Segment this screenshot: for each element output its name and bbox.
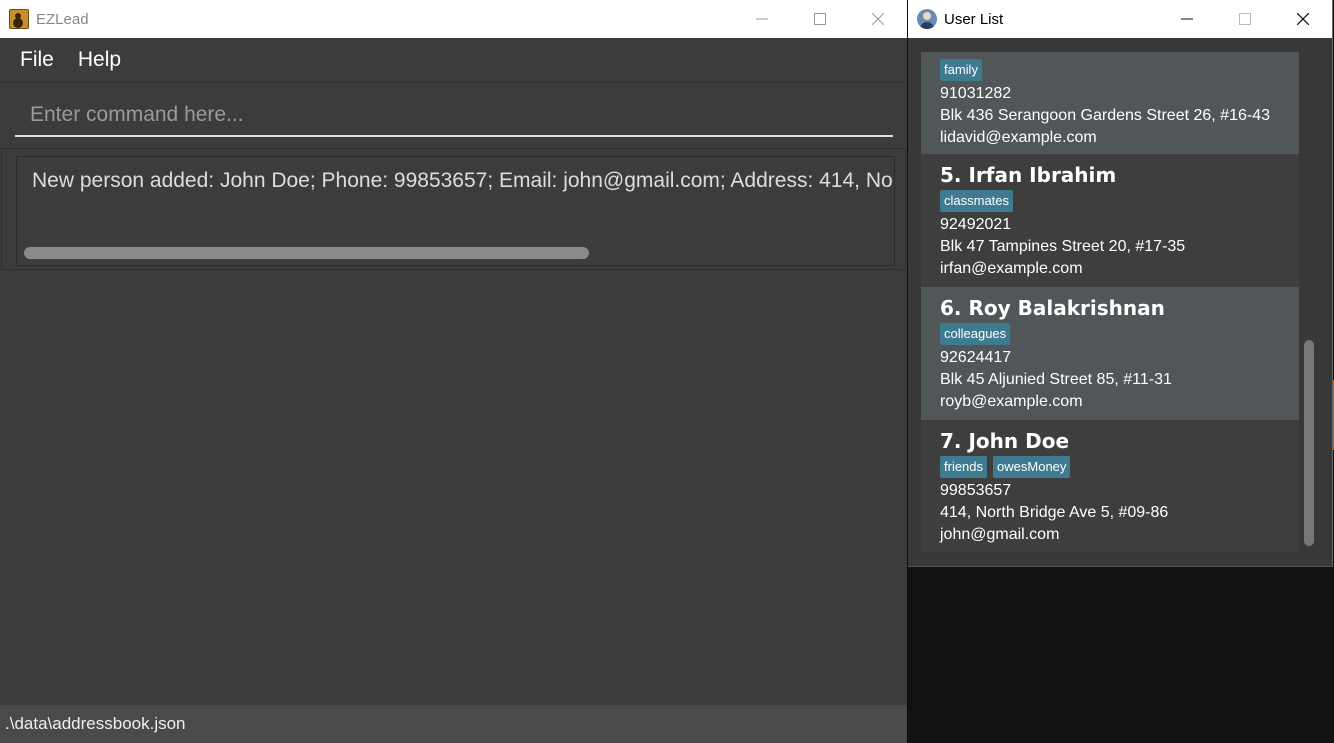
- person-phone: 91031282: [940, 85, 1012, 102]
- person-phone: 92492021: [940, 216, 1012, 233]
- main-window: EZLead File Help New person added: John …: [0, 0, 907, 743]
- person-email: john@gmail.com: [940, 526, 1060, 543]
- person-address: Blk 436 Serangoon Gardens Street 26, #16…: [940, 107, 1270, 124]
- person-card[interactable]: family 91031282 Blk 436 Serangoon Garden…: [921, 52, 1299, 154]
- status-bar: .\data\addressbook.json: [0, 705, 907, 743]
- user-list-close-button[interactable]: [1274, 0, 1332, 38]
- person-card[interactable]: 7. John Doe friends owesMoney 99853657 4…: [921, 420, 1299, 552]
- person-name: 7. John Doe: [940, 429, 1070, 453]
- person-list[interactable]: family 91031282 Blk 436 Serangoon Garden…: [921, 52, 1299, 552]
- command-input[interactable]: [15, 95, 893, 137]
- close-icon: [1297, 13, 1309, 25]
- result-display[interactable]: New person added: John Doe; Phone: 99853…: [16, 156, 895, 266]
- person-address: Blk 47 Tampines Street 20, #17-35: [940, 238, 1186, 255]
- tag: classmates: [940, 190, 1014, 212]
- user-avatar-icon: [917, 9, 937, 29]
- command-box: [0, 82, 905, 149]
- close-icon: [872, 13, 884, 25]
- person-email: lidavid@example.com: [940, 129, 1097, 146]
- person-name: 6. Roy Balakrishnan: [940, 296, 1165, 320]
- desktop-background: [908, 566, 1334, 743]
- person-address: Blk 45 Aljunied Street 85, #11-31: [940, 371, 1172, 388]
- person-address: 414, North Bridge Ave 5, #09-86: [940, 504, 1169, 521]
- tag: colleagues: [940, 323, 1011, 345]
- person-phone: 92624417: [940, 349, 1012, 366]
- result-horizontal-scrollbar[interactable]: [24, 247, 589, 259]
- user-list-title: User List: [944, 10, 1004, 28]
- tag: family: [940, 59, 982, 81]
- person-card[interactable]: 5. Irfan Ibrahim classmates 92492021 Blk…: [921, 154, 1299, 287]
- window-title: EZLead: [36, 10, 89, 28]
- user-list-minimize-button[interactable]: [1158, 0, 1216, 38]
- app-contact-icon: [9, 9, 29, 29]
- user-list-maximize-button[interactable]: [1216, 0, 1274, 38]
- person-email: royb@example.com: [940, 393, 1083, 410]
- close-button[interactable]: [849, 0, 907, 38]
- person-list-scrollbar[interactable]: [1304, 340, 1314, 546]
- person-email: irfan@example.com: [940, 260, 1083, 277]
- tag-list: family: [940, 58, 1299, 82]
- tag: friends: [940, 456, 988, 478]
- user-list-window-controls: [1158, 0, 1332, 38]
- maximize-icon: [814, 13, 826, 25]
- maximize-icon: [1239, 13, 1251, 25]
- menu-bar: File Help: [0, 38, 907, 82]
- menu-help[interactable]: Help: [78, 48, 121, 72]
- result-message: New person added: John Doe; Phone: 99853…: [32, 169, 894, 192]
- tag-list: colleagues: [940, 322, 1299, 346]
- minimize-icon: [756, 18, 768, 20]
- window-controls: [733, 0, 907, 38]
- maximize-button[interactable]: [791, 0, 849, 38]
- minimize-icon: [1181, 18, 1193, 20]
- tag: owesMoney: [993, 456, 1071, 478]
- result-panel: New person added: John Doe; Phone: 99853…: [1, 148, 906, 270]
- status-file-path: .\data\addressbook.json: [5, 714, 186, 733]
- person-name: 5. Irfan Ibrahim: [940, 163, 1117, 187]
- menu-file[interactable]: File: [20, 48, 54, 72]
- user-list-window: User List family 91031282 Blk 436 Serang…: [908, 0, 1333, 567]
- person-card[interactable]: 6. Roy Balakrishnan colleagues 92624417 …: [921, 287, 1299, 420]
- main-titlebar[interactable]: EZLead: [0, 0, 907, 38]
- minimize-button[interactable]: [733, 0, 791, 38]
- tag-list: classmates: [940, 189, 1299, 213]
- tag-list: friends owesMoney: [940, 455, 1299, 479]
- user-list-titlebar[interactable]: User List: [908, 0, 1332, 38]
- person-phone: 99853657: [940, 482, 1012, 499]
